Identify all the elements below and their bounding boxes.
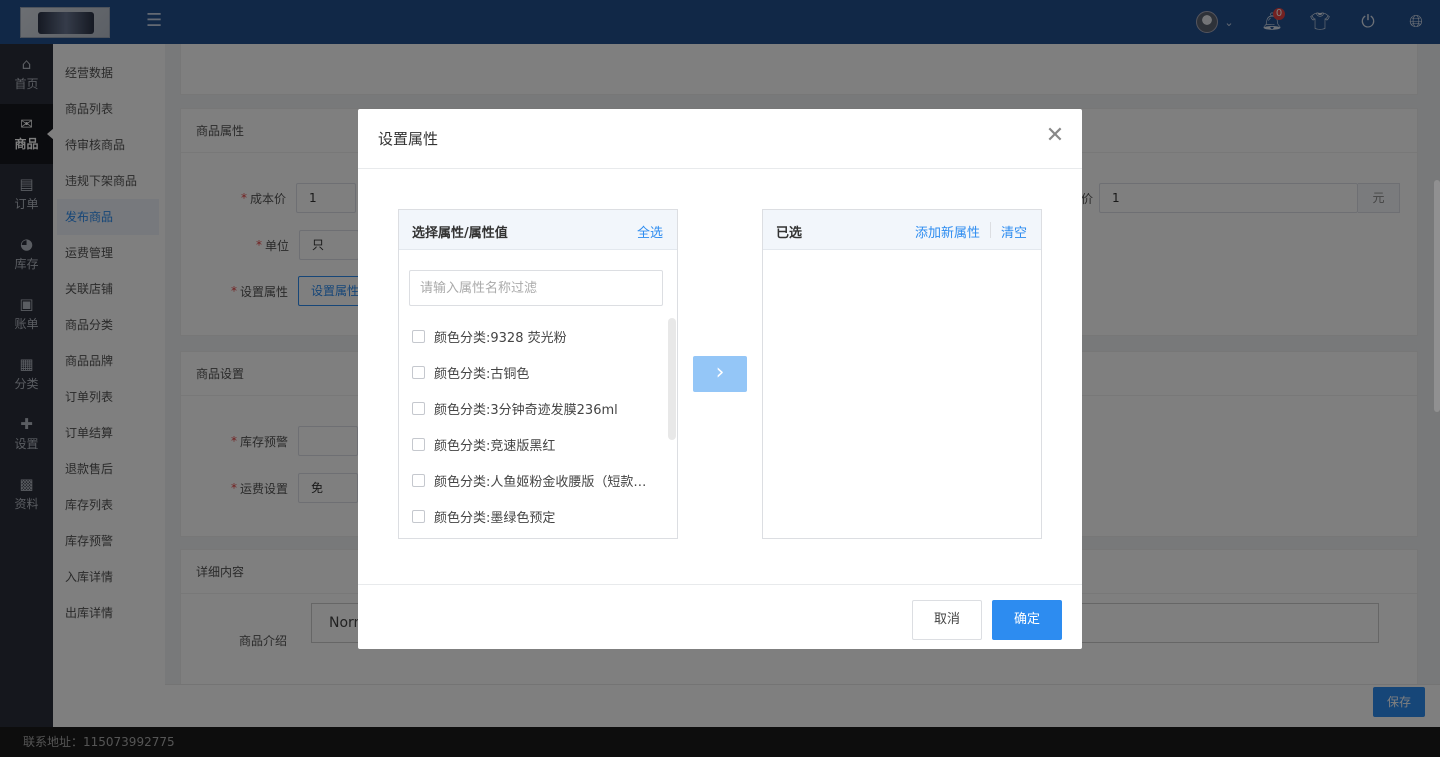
divider [989,222,991,238]
attr-filter-input[interactable] [409,270,663,306]
attr-source-panel: 选择属性/属性值 全选 颜色分类:9328 荧光粉 颜色分类:古铜色 颜色分类:… [398,209,678,539]
page-scrollbar[interactable] [1434,180,1440,412]
list-item[interactable]: 颜色分类:墨绿色预定 [399,498,667,534]
checkbox[interactable] [412,401,425,415]
checkbox[interactable] [412,329,425,343]
panel-title: 已选 [776,226,803,241]
attr-list: 颜色分类:9328 荧光粉 颜色分类:古铜色 颜色分类:3分钟奇迹发膜236ml… [399,318,667,534]
chevron-right-icon: › [715,360,725,385]
set-attr-modal: 设置属性 ✕ 选择属性/属性值 全选 颜色分类:9328 荧光粉 颜色分类:古铜… [358,109,1082,649]
confirm-button[interactable]: 确定 [992,600,1062,640]
checkbox[interactable] [412,365,425,379]
close-icon[interactable]: ✕ [1044,125,1066,147]
checkbox[interactable] [412,509,425,523]
modal-title: 设置属性 [378,130,439,148]
list-scrollbar[interactable] [668,318,676,440]
cancel-button[interactable]: 取消 [912,600,982,640]
clear-link[interactable]: 清空 [1001,222,1027,241]
list-item[interactable]: 颜色分类:3分钟奇迹发膜236ml [399,390,667,426]
list-item[interactable]: 颜色分类:竞速版黑红 [399,426,667,462]
list-item[interactable]: 颜色分类:9328 荧光粉 [399,318,667,354]
transfer-right-button[interactable]: › [693,356,747,392]
add-new-attr-link[interactable]: 添加新属性 [915,222,980,241]
list-item[interactable]: 颜色分类:古铜色 [399,354,667,390]
attr-selected-panel: 已选 添加新属性 清空 [762,209,1042,539]
panel-title: 选择属性/属性值 [412,226,508,241]
checkbox[interactable] [412,473,425,487]
checkbox[interactable] [412,437,425,451]
list-item[interactable]: 颜色分类:人鱼姬粉金收腰版（短款… [399,462,667,498]
select-all-link[interactable]: 全选 [637,222,663,241]
